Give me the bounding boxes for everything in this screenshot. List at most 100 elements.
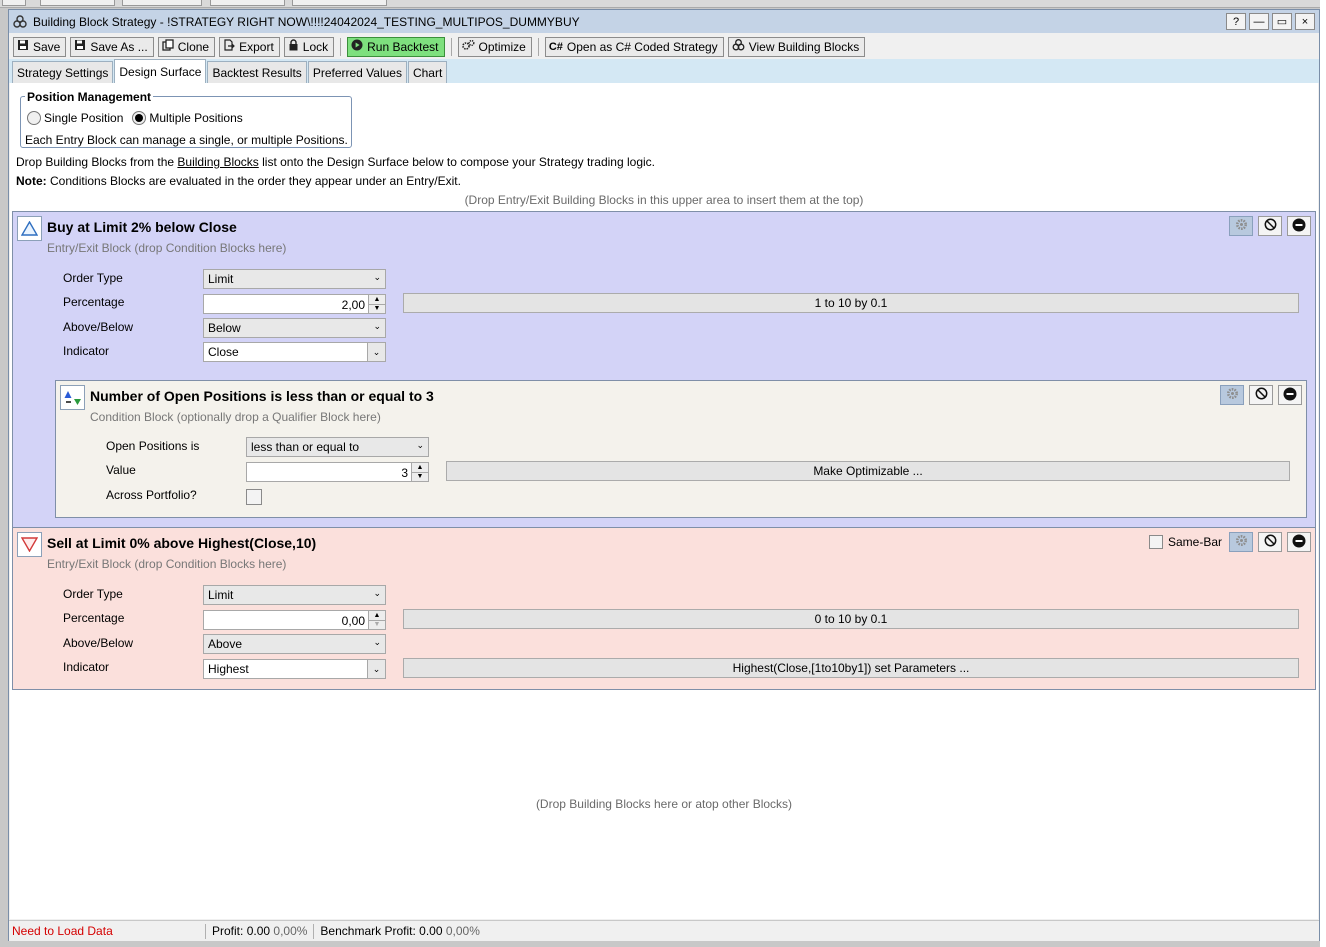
csharp-icon: C# [548, 40, 563, 53]
above-below-label: Above/Below [63, 320, 134, 334]
buy-order-type-value: Limit [208, 272, 234, 286]
position-management-note: Each Entry Block can manage a single, or… [25, 133, 348, 147]
sell-indicator-select[interactable]: Highest ⌄ [203, 659, 386, 679]
help-button[interactable]: ? [1226, 13, 1246, 30]
open-csharp-button[interactable]: C# Open as C# Coded Strategy [544, 36, 724, 57]
open-csharp-label: Open as C# Coded Strategy [566, 39, 718, 54]
single-position-label[interactable]: Single Position [44, 111, 123, 125]
export-icon [223, 39, 235, 54]
gear-icon [1235, 218, 1248, 234]
view-building-blocks-button[interactable]: View Building Blocks [727, 36, 866, 57]
condition-value-spinner[interactable]: 3 ▲ ▼ [246, 462, 429, 482]
save-as-button[interactable]: Save As ... [70, 36, 154, 57]
background-tab [2, 0, 26, 6]
export-button[interactable]: Export [219, 36, 280, 57]
sell-percentage-range-button[interactable]: 0 to 10 by 0.1 [403, 609, 1299, 629]
tab-strategy-settings[interactable]: Strategy Settings [12, 61, 114, 83]
spin-up-icon[interactable]: ▲ [369, 611, 385, 620]
position-management-group: Position Management Single Position Mult… [20, 90, 352, 148]
status-separator [205, 923, 206, 939]
condition-block-disable-button[interactable] [1249, 385, 1273, 405]
maximize-button[interactable]: ▭ [1272, 13, 1292, 30]
lock-label: Lock [302, 39, 329, 54]
same-bar-label[interactable]: Same-Bar [1168, 535, 1222, 549]
buy-order-type-select[interactable]: Limit ⌄ [203, 269, 386, 289]
spin-down-icon[interactable]: ▼ [369, 619, 385, 630]
building-blocks-icon [732, 39, 745, 54]
condition-block-title: Number of Open Positions is less than or… [90, 388, 434, 404]
sell-block-remove-button[interactable] [1287, 532, 1311, 552]
lock-button[interactable]: Lock [283, 36, 335, 57]
condition-block-remove-button[interactable] [1278, 385, 1302, 405]
chevron-down-icon[interactable]: ⌄ [367, 660, 385, 678]
buy-above-below-select[interactable]: Below ⌄ [203, 318, 386, 338]
indicator-parameters-button[interactable]: Highest(Close,[1to10by1]) set Parameters… [403, 658, 1299, 678]
spin-up-icon[interactable]: ▲ [369, 295, 385, 304]
buy-block-disable-button[interactable] [1258, 216, 1282, 236]
spinner-buttons[interactable]: ▲ ▼ [411, 463, 428, 481]
sell-exit-block[interactable]: Sell at Limit 0% above Highest(Close,10)… [12, 527, 1316, 690]
building-blocks-icon [13, 14, 29, 29]
condition-block-settings-button[interactable] [1220, 385, 1244, 405]
across-portfolio-checkbox[interactable] [246, 489, 262, 505]
floppy-disk-icon [17, 39, 29, 54]
profit-label: Profit: [212, 924, 244, 938]
optimize-button[interactable]: Optimize [457, 36, 532, 57]
single-position-radio[interactable] [27, 111, 41, 125]
tab-design-surface[interactable]: Design Surface [114, 59, 207, 83]
buy-indicator-select[interactable]: Close ⌄ [203, 342, 386, 362]
sell-block-settings-button[interactable] [1229, 532, 1253, 552]
lower-drop-hint: (Drop Building Blocks here or atop other… [535, 797, 793, 811]
minimize-button[interactable]: — [1249, 13, 1269, 30]
buy-block-settings-button[interactable] [1229, 216, 1253, 236]
same-bar-checkbox[interactable] [1148, 535, 1163, 549]
background-tab [40, 0, 115, 6]
buy-triangle-icon [17, 216, 42, 241]
close-button[interactable]: × [1295, 13, 1315, 30]
buy-block-actions [1229, 216, 1311, 236]
disable-icon [1264, 218, 1277, 234]
title-bar[interactable]: Building Block Strategy - !STRATEGY RIGH… [9, 10, 1319, 33]
condition-block-actions [1220, 385, 1302, 405]
sell-above-below-select[interactable]: Above ⌄ [203, 634, 386, 654]
buy-block-remove-button[interactable] [1287, 216, 1311, 236]
spinner-buttons[interactable]: ▲ ▼ [368, 611, 385, 629]
multiple-positions-radio[interactable] [132, 111, 147, 125]
save-label: Save [33, 39, 61, 54]
tab-preferred-values[interactable]: Preferred Values [307, 61, 407, 83]
gears-icon [461, 39, 475, 54]
run-backtest-button[interactable]: Run Backtest [347, 36, 445, 57]
condition-block[interactable]: Number of Open Positions is less than or… [55, 380, 1307, 518]
condition-block-subtitle: Condition Block (optionally drop a Quali… [90, 410, 381, 424]
buy-percentage-range-button[interactable]: 1 to 10 by 0.1 [403, 293, 1299, 313]
building-blocks-link[interactable]: Building Blocks [177, 155, 258, 169]
strategy-window: Building Block Strategy - !STRATEGY RIGH… [8, 9, 1320, 941]
same-bar-option[interactable]: Same-Bar [1148, 535, 1222, 549]
instructions-text: Drop Building Blocks from the [16, 155, 178, 169]
make-optimizable-button[interactable]: Make Optimizable ... [446, 461, 1290, 481]
sell-order-type-select[interactable]: Limit ⌄ [203, 585, 386, 605]
spinner-buttons[interactable]: ▲ ▼ [368, 295, 385, 313]
instructions-text-end: list onto the Design Surface below to co… [258, 155, 655, 169]
play-icon [351, 39, 363, 54]
sell-block-disable-button[interactable] [1258, 532, 1282, 552]
spin-up-icon[interactable]: ▲ [412, 463, 428, 472]
sell-percentage-value: 0,00 [341, 614, 365, 628]
spin-down-icon[interactable]: ▼ [412, 471, 428, 482]
multiple-positions-label[interactable]: Multiple Positions [149, 111, 242, 125]
tab-chart[interactable]: Chart [407, 61, 448, 83]
note-label: Note: [16, 174, 47, 188]
position-management-legend: Position Management [25, 90, 154, 104]
percentage-label: Percentage [63, 611, 125, 625]
disable-icon [1264, 534, 1277, 550]
chevron-down-icon[interactable]: ⌄ [367, 343, 385, 361]
open-positions-operator-select[interactable]: less than or equal to ⌄ [246, 437, 429, 457]
background-tab [210, 0, 285, 6]
clone-button[interactable]: Clone [157, 36, 216, 57]
tab-backtest-results[interactable]: Backtest Results [207, 61, 307, 83]
save-button[interactable]: Save [13, 36, 67, 57]
sell-percentage-spinner[interactable]: 0,00 ▲ ▼ [203, 610, 386, 630]
spin-down-icon[interactable]: ▼ [369, 303, 385, 314]
above-below-label: Above/Below [63, 636, 134, 650]
buy-percentage-spinner[interactable]: 2,00 ▲ ▼ [203, 294, 386, 314]
